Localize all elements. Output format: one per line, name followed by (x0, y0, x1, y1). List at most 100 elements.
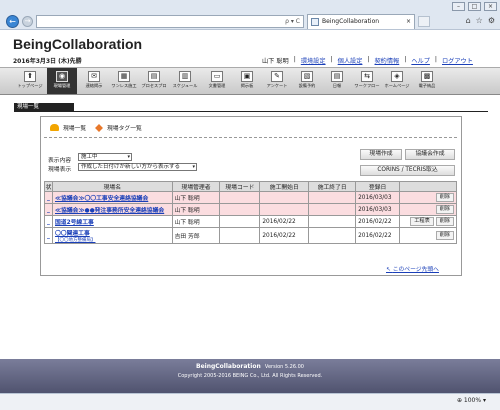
col-status: 状 (44, 181, 53, 192)
table-row: _ 国道2号線工事 山下 聡明 2016/02/22 2016/02/22 工程… (44, 215, 457, 228)
status-mark: _ (44, 191, 53, 204)
col-name: 現場名 (51, 181, 173, 192)
back-to-top-link[interactable]: ↖ このページ先頭へ (386, 264, 439, 273)
code-cell (219, 227, 261, 244)
process-icon: ▤ (148, 71, 160, 82)
site-owner-link[interactable]: 【〇〇地方整備局】 (55, 237, 170, 243)
schedule-button[interactable]: 工程表 (410, 217, 434, 226)
address-icons[interactable]: ρ ▾ C (285, 16, 300, 27)
delete-button[interactable]: 削除 (435, 231, 454, 240)
create-site-button[interactable]: 現場作成 (360, 149, 402, 160)
menu-workflow[interactable]: ⇆ ワークフロー (352, 68, 382, 94)
manager-cell: 山下 聡明 (171, 203, 221, 216)
site-table: 状 現場名 現場管理者 現場コード 施工開始日 施工終了日 登録日 _ ≪協議会… (44, 181, 457, 244)
menu-daily-report[interactable]: ▤ 日報 (322, 68, 352, 94)
zoom-control[interactable]: ⊕ 100% ▾ (457, 397, 486, 404)
menu-site-management[interactable]: ◉ 現場管理 (47, 68, 77, 94)
menu-board[interactable]: ▣ 掲示板 (232, 68, 262, 94)
delete-button[interactable]: 削除 (435, 193, 454, 202)
sort-select[interactable]: 作成した日付けが新しい方から表示する ▾ (78, 163, 197, 171)
dashed-divider (44, 137, 457, 138)
col-end: 施工終了日 (308, 181, 357, 192)
grid-icon: ▦ (118, 71, 130, 82)
start-cell (259, 191, 310, 204)
minimize-icon[interactable]: – (452, 2, 465, 11)
delivery-icon: ▩ (421, 71, 433, 82)
home-icon[interactable]: ⌂ (466, 16, 471, 25)
page-title: 現場一覧 (14, 103, 74, 111)
tag-icon (95, 123, 103, 132)
col-start: 施工開始日 (259, 181, 310, 192)
main-menu: ⬆ トップページ ◉ 現場管理 ✉ 連絡掲示 ▦ ワンレス施工 ▤ プロセスプロ ▥ スケジ… (0, 67, 500, 95)
table-row: _ ≪協議会≫〇〇工事安全連絡協議会 山下 聡明 2016/03/03 削除 (44, 191, 457, 204)
col-code: 現場コード (219, 181, 261, 192)
menu-schedule[interactable]: ▥ スケジュール (170, 68, 200, 94)
footer-app-name: BeingCollaboration (196, 363, 261, 370)
end-cell (308, 203, 357, 216)
corins-import-button[interactable]: CORINS / TECRIS取込 (360, 165, 455, 176)
web-icon: ◈ (391, 71, 403, 82)
manager-cell: 吉田 芳郎 (171, 227, 221, 244)
menu-reservation[interactable]: ▧ 設備予約 (292, 68, 322, 94)
filter-select[interactable]: 施工中 ▾ (78, 153, 132, 161)
menu-survey[interactable]: ✎ アンケート (262, 68, 292, 94)
link-help[interactable]: ヘルプ (411, 56, 430, 65)
registered-cell: 2016/03/03 (355, 203, 401, 216)
menu-documents[interactable]: ▭ 文書管理 (202, 68, 232, 94)
site-name-link[interactable]: ≪協議会≫●●発注事務所安全連絡協議会 (55, 208, 164, 214)
menu-homepage[interactable]: ◈ ホームページ (382, 68, 412, 94)
filter-label: 表示内容 (48, 158, 72, 164)
home-icon: ⬆ (24, 71, 36, 82)
browser-status-bar (0, 393, 500, 410)
browser-tab[interactable]: BeingCollaboration × (307, 14, 415, 29)
favicon-icon (311, 18, 319, 26)
menu-process[interactable]: ▤ プロセスプロ (139, 68, 169, 94)
folder-icon: ▭ (211, 71, 223, 82)
back-icon[interactable]: ← (6, 15, 19, 28)
status-mark: _ (44, 215, 53, 228)
site-name-link[interactable]: ≪協議会≫〇〇工事安全連絡協議会 (55, 196, 148, 202)
app-title: BeingCollaboration (13, 36, 143, 52)
delete-button[interactable]: 削除 (435, 217, 454, 226)
workflow-icon: ⇆ (361, 71, 373, 82)
calendar-icon: ▥ (179, 71, 191, 82)
current-date: 2016年3月3日 (木)先勝 (13, 58, 82, 65)
col-registered: 登録日 (355, 181, 401, 192)
start-cell: 2016/02/22 (259, 215, 310, 228)
start-cell (259, 203, 310, 216)
star-icon[interactable]: ☆ (476, 16, 483, 25)
tab-close-icon[interactable]: × (406, 15, 411, 29)
manager-cell: 山下 聡明 (171, 191, 221, 204)
menu-notice[interactable]: ✉ 連絡掲示 (79, 68, 109, 94)
table-row: _ 〇〇関連工事 【〇〇地方整備局】 吉田 芳郎 2016/02/22 2016/… (44, 227, 457, 244)
site-name-link[interactable]: 国道2号線工事 (55, 220, 94, 226)
end-cell (308, 215, 357, 228)
tab-site-list[interactable]: 現場一覧 (50, 123, 86, 132)
create-council-button[interactable]: 協議会作成 (405, 149, 455, 160)
forward-icon[interactable]: → (22, 16, 33, 27)
tab-site-tags[interactable]: 現場タグ一覧 (95, 123, 142, 132)
gear-icon[interactable]: ⚙ (488, 16, 495, 25)
window-controls: – □ × (452, 2, 497, 11)
helmet-icon (50, 124, 59, 131)
address-bar[interactable]: ρ ▾ C (36, 15, 304, 28)
footer-version: Version 5.26.00 (264, 364, 304, 370)
link-env-settings[interactable]: 環境設定 (301, 56, 326, 65)
reserve-icon: ▧ (301, 71, 313, 82)
menu-oneless[interactable]: ▦ ワンレス施工 (109, 68, 139, 94)
new-tab-button[interactable] (418, 16, 430, 27)
site-icon: ◉ (56, 71, 68, 82)
link-contract-info[interactable]: 契約情報 (375, 56, 400, 65)
menu-e-delivery[interactable]: ▩ 電子納品 (412, 68, 442, 94)
sort-label: 現場表示 (48, 167, 72, 173)
link-logout[interactable]: ログアウト (442, 56, 473, 65)
mail-icon: ✉ (88, 71, 100, 82)
footer-app: BeingCollaboration Version 5.26.00 (0, 363, 500, 370)
link-personal-settings[interactable]: 個人設定 (338, 56, 363, 65)
table-row: _ ≪協議会≫●●発注事務所安全連絡協議会 山下 聡明 2016/03/03 削… (44, 203, 457, 216)
menu-top-page[interactable]: ⬆ トップページ (15, 68, 45, 94)
code-cell (219, 203, 261, 216)
close-icon[interactable]: × (484, 2, 497, 11)
maximize-icon[interactable]: □ (468, 2, 481, 11)
delete-button[interactable]: 削除 (435, 205, 454, 214)
